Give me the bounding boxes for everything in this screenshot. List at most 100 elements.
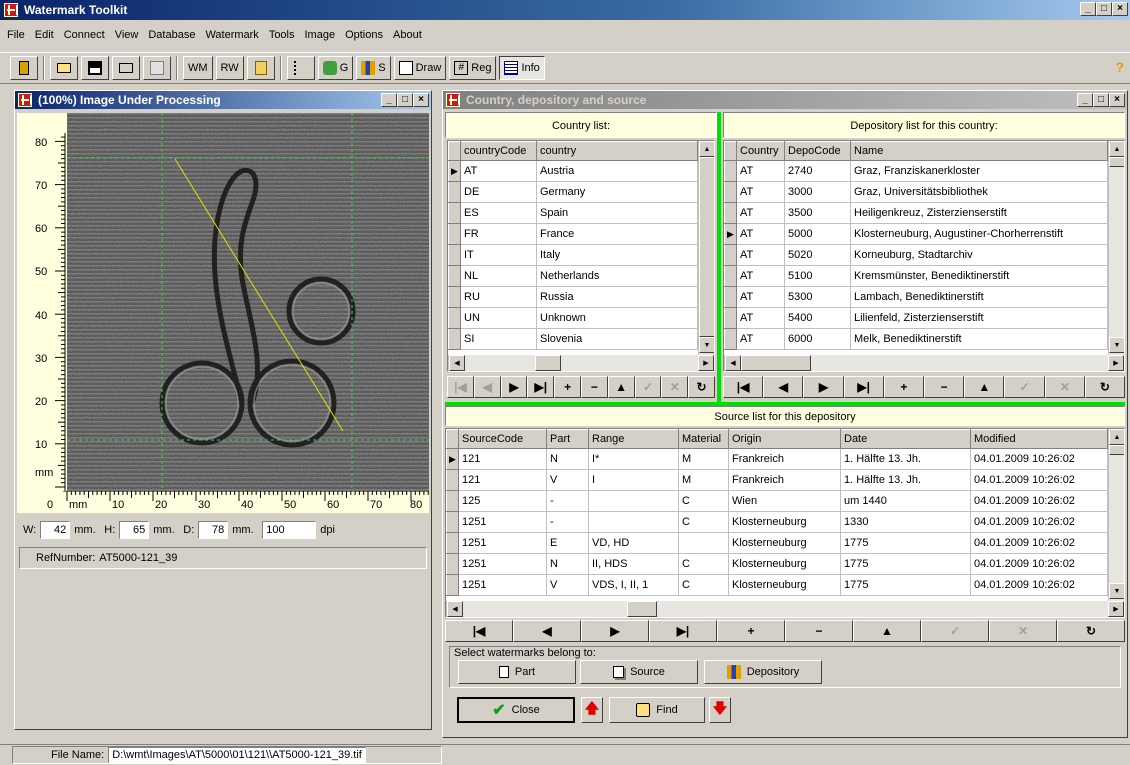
menu-edit[interactable]: Edit xyxy=(30,29,59,41)
draw-button[interactable]: Draw xyxy=(393,56,447,80)
country-row[interactable]: UN Unknown xyxy=(448,307,698,329)
part-cell[interactable]: E xyxy=(546,532,589,554)
cancel-record-button[interactable]: ✕ xyxy=(661,376,689,398)
modified-cell[interactable]: 04.01.2009 10:26:02 xyxy=(970,469,1108,491)
depo-code-cell[interactable]: 5300 xyxy=(784,286,851,308)
col-part[interactable]: Part xyxy=(546,429,589,449)
material-cell[interactable]: M xyxy=(678,448,729,470)
edit-record-button[interactable]: ▲ xyxy=(607,376,635,398)
country-row[interactable]: FR France xyxy=(448,223,698,245)
row-indicator[interactable] xyxy=(448,328,461,350)
source-row[interactable]: 1251 E VD, HD Klosterneuburg 1775 04.01.2009 … xyxy=(446,532,1108,554)
scroll-down-icon[interactable]: ▼ xyxy=(699,337,714,353)
date-cell[interactable]: 1330 xyxy=(840,511,971,533)
country-name-cell[interactable]: Slovenia xyxy=(536,328,698,350)
origin-cell[interactable]: Klosterneuburg xyxy=(728,532,841,554)
col-depo-country[interactable]: Country xyxy=(736,141,785,161)
part-cell[interactable]: N xyxy=(546,553,589,575)
part-button[interactable]: Part xyxy=(458,660,576,684)
country-row[interactable]: DE Germany xyxy=(448,181,698,203)
last-record-button[interactable]: ▶| xyxy=(843,376,884,398)
country-name-cell[interactable]: Germany xyxy=(536,181,698,203)
source-hscrollbar[interactable]: ◀ ▶ xyxy=(446,601,1124,617)
row-indicator[interactable] xyxy=(446,490,459,512)
edit-record-button[interactable]: ▲ xyxy=(853,620,921,642)
s-button[interactable]: S xyxy=(356,56,391,80)
date-cell[interactable]: 1. Hälfte 13. Jh. xyxy=(840,448,971,470)
country-hscrollbar[interactable]: ◀ ▶ xyxy=(448,355,714,371)
depository-row[interactable]: AT 5100 Kremsmünster, Benediktinerstift xyxy=(724,265,1108,287)
edit-record-button[interactable]: ▲ xyxy=(964,376,1005,398)
menu-file[interactable]: File xyxy=(2,29,30,41)
scroll-thumb[interactable] xyxy=(1109,445,1124,455)
material-cell[interactable]: C xyxy=(678,511,729,533)
country-row[interactable]: IT Italy xyxy=(448,244,698,266)
help-icon[interactable]: ? xyxy=(1115,59,1124,75)
minimize-button[interactable]: _ xyxy=(1080,2,1096,16)
modified-cell[interactable]: 04.01.2009 10:26:02 xyxy=(970,490,1108,512)
dpi-value[interactable]: 100 xyxy=(262,521,317,539)
row-indicator[interactable] xyxy=(448,202,461,224)
material-cell[interactable]: M xyxy=(678,469,729,491)
row-indicator[interactable] xyxy=(724,307,737,329)
height-value[interactable]: 65 xyxy=(119,521,150,539)
open-button[interactable] xyxy=(50,56,78,80)
col-countrycode[interactable]: countryCode xyxy=(460,141,537,161)
dialog-minimize-button[interactable]: _ xyxy=(1077,93,1093,107)
col-date[interactable]: Date xyxy=(840,429,971,449)
material-cell[interactable] xyxy=(678,532,729,554)
country-row[interactable]: ES Spain xyxy=(448,202,698,224)
material-cell[interactable]: C xyxy=(678,553,729,575)
modified-cell[interactable]: 04.01.2009 10:26:02 xyxy=(970,511,1108,533)
col-country[interactable]: country xyxy=(536,141,698,161)
depo-country-cell[interactable]: AT xyxy=(736,307,785,329)
depo-name-cell[interactable]: Lambach, Benediktinerstift xyxy=(850,286,1108,308)
row-indicator[interactable] xyxy=(446,469,459,491)
country-name-cell[interactable]: Spain xyxy=(536,202,698,224)
prior-record-button[interactable]: ◀ xyxy=(513,620,581,642)
menu-connect[interactable]: Connect xyxy=(59,29,110,41)
find-button[interactable]: Find xyxy=(609,697,705,723)
row-indicator[interactable] xyxy=(448,265,461,287)
depo-code-cell[interactable]: 5100 xyxy=(784,265,851,287)
exit-button[interactable] xyxy=(10,56,38,80)
range-cell[interactable] xyxy=(588,511,679,533)
delete-record-button[interactable]: − xyxy=(785,620,853,642)
col-depocode[interactable]: DepoCode xyxy=(784,141,851,161)
row-indicator[interactable] xyxy=(448,286,461,308)
part-cell[interactable]: - xyxy=(546,490,589,512)
depo-code-cell[interactable]: 3500 xyxy=(784,202,851,224)
folder-button[interactable] xyxy=(112,56,140,80)
info-button[interactable]: Info xyxy=(499,56,545,80)
dialog-maximize-button[interactable]: □ xyxy=(1093,93,1109,107)
menu-watermark[interactable]: Watermark xyxy=(200,29,263,41)
range-cell[interactable]: VD, HD xyxy=(588,532,679,554)
origin-cell[interactable]: Wien xyxy=(728,490,841,512)
row-indicator[interactable] xyxy=(724,181,737,203)
export-button[interactable] xyxy=(246,56,275,80)
delete-record-button[interactable]: − xyxy=(924,376,965,398)
cancel-record-button[interactable]: ✕ xyxy=(989,620,1057,642)
depo-country-cell[interactable]: AT xyxy=(736,286,785,308)
first-record-button[interactable]: |◀ xyxy=(447,376,474,398)
scroll-left-icon[interactable]: ◀ xyxy=(725,355,741,371)
depo-country-cell[interactable]: AT xyxy=(736,223,785,245)
depo-name-cell[interactable]: Melk, Benediktinerstift xyxy=(850,328,1108,350)
source-row[interactable]: 1251- C Klosterneuburg 1330 04.01.2009 10:26… xyxy=(446,511,1108,533)
scroll-up-icon[interactable]: ▲ xyxy=(1109,141,1124,157)
row-indicator[interactable] xyxy=(446,553,459,575)
modified-cell[interactable]: 04.01.2009 10:26:02 xyxy=(970,532,1108,554)
depo-code-cell[interactable]: 5400 xyxy=(784,307,851,329)
cancel-record-button[interactable]: ✕ xyxy=(1044,376,1085,398)
country-code-cell[interactable]: SI xyxy=(460,328,537,350)
reg-button[interactable]: # Reg xyxy=(449,56,497,80)
menu-image[interactable]: Image xyxy=(300,29,341,41)
source-vscrollbar[interactable]: ▲ ▼ xyxy=(1108,429,1124,601)
refresh-record-button[interactable]: ↻ xyxy=(1084,376,1126,398)
col-modified[interactable]: Modified xyxy=(970,429,1108,449)
country-code-cell[interactable]: FR xyxy=(460,223,537,245)
scroll-thumb[interactable] xyxy=(1109,157,1124,167)
menu-database[interactable]: Database xyxy=(143,29,200,41)
source-button[interactable]: Source xyxy=(580,660,698,684)
part-cell[interactable]: V xyxy=(546,574,589,596)
